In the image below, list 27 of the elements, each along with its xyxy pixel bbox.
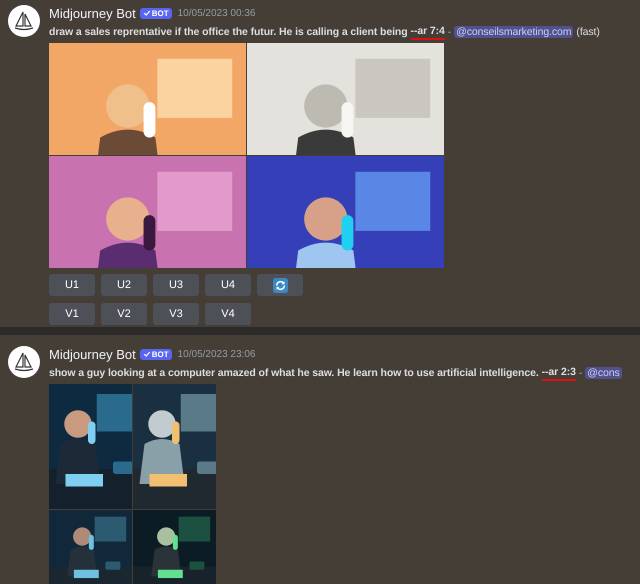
upscale-button[interactable]: V1 xyxy=(49,303,95,325)
upscale-button[interactable]: U1 xyxy=(49,274,95,296)
timestamp: 10/05/2023 23:06 xyxy=(178,348,256,360)
separator-dash: - xyxy=(448,26,452,38)
upscale-button[interactable]: U4 xyxy=(205,274,251,296)
bot-badge: BOT xyxy=(140,348,172,360)
upscale-button[interactable]: V4 xyxy=(205,303,251,325)
aspect-parameter: --ar 7:4 xyxy=(410,24,445,40)
bot-badge: BOT xyxy=(140,8,172,18)
upscale-button[interactable]: V3 xyxy=(153,303,199,325)
author-name[interactable]: Midjourney Bot xyxy=(49,346,136,362)
author-name[interactable]: Midjourney Bot xyxy=(49,6,136,20)
reroll-button[interactable] xyxy=(257,274,303,296)
speed-label: (fast) xyxy=(576,26,600,38)
prompt-text: show a guy looking at a computer amazed of what he saw. He learn how to use artificial intelligence. xyxy=(49,367,539,379)
prompt-text: draw a sales reprentative if the office the futur. He is calling a client being xyxy=(49,26,408,38)
upscale-button[interactable]: U2 xyxy=(101,274,147,296)
aspect-parameter: --ar 2:3 xyxy=(542,366,576,380)
user-mention[interactable]: @cons xyxy=(585,367,622,379)
refresh-icon xyxy=(272,278,288,292)
timestamp: 10/05/2023 00:36 xyxy=(178,8,256,18)
user-mention[interactable]: @conseilsmarketing.com xyxy=(454,26,574,38)
bot-avatar[interactable] xyxy=(8,346,40,378)
upscale-button[interactable]: V2 xyxy=(101,303,147,325)
bot-avatar[interactable] xyxy=(8,5,40,37)
separator-dash: - xyxy=(578,367,582,379)
upscale-button[interactable]: U3 xyxy=(153,274,199,296)
